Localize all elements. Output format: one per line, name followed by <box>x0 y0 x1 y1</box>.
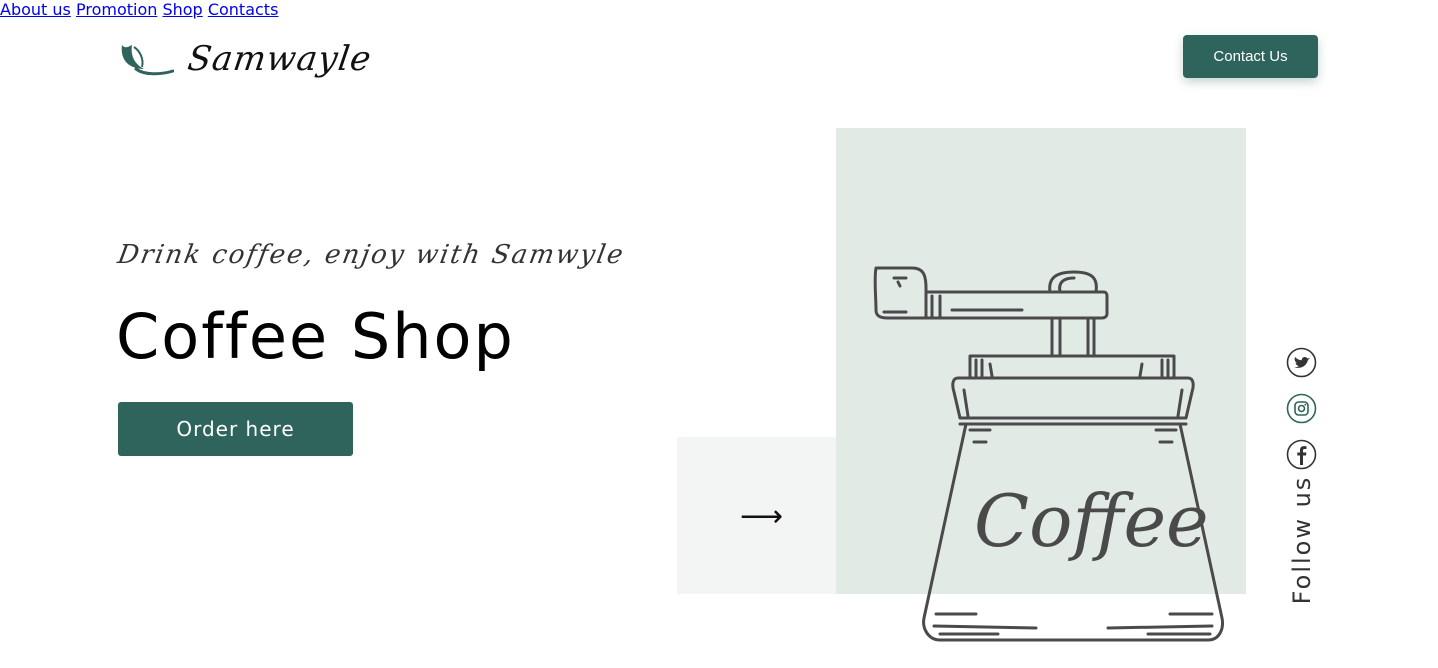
hero-title: Coffee Shop <box>116 300 515 373</box>
follow-us-label: Follow us <box>1288 475 1316 605</box>
order-here-button[interactable]: Order here <box>118 402 353 456</box>
instagram-icon[interactable] <box>1286 393 1317 424</box>
brand-logo[interactable]: Samwayle <box>118 34 375 84</box>
main-nav: About us Promotion Shop Contacts <box>0 0 1438 19</box>
hero-tagline: Drink coffee, enjoy with Samwyle <box>115 240 628 270</box>
coffee-label: Coffee <box>974 479 1209 563</box>
twitter-icon[interactable] <box>1286 347 1317 378</box>
coffee-grinder-illustration: Coffee <box>873 266 1224 642</box>
next-arrow-icon[interactable]: ⟶ <box>740 500 783 534</box>
nav-shop[interactable]: Shop <box>162 0 202 19</box>
nav-contacts[interactable]: Contacts <box>208 0 279 19</box>
brand-name: Samwayle <box>185 39 375 79</box>
nav-promotion[interactable]: Promotion <box>76 0 157 19</box>
nav-about-us[interactable]: About us <box>0 0 71 19</box>
leaf-logo-icon <box>121 45 174 76</box>
contact-us-button[interactable]: Contact Us <box>1183 35 1318 78</box>
facebook-icon[interactable] <box>1286 439 1317 470</box>
